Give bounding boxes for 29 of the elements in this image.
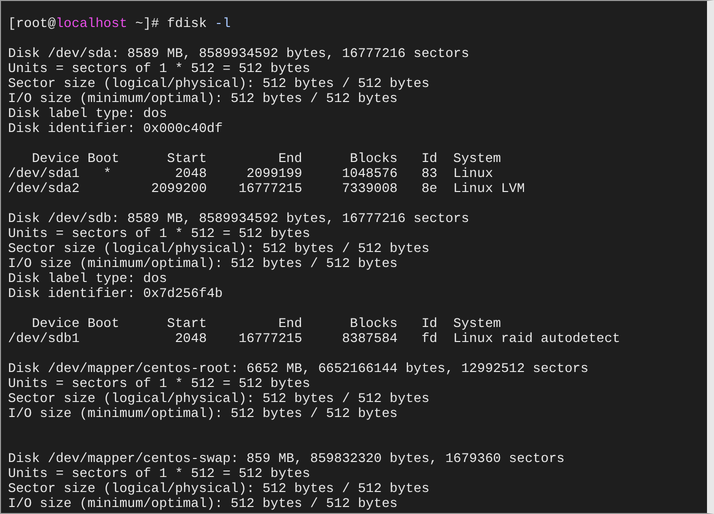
output-line: Device Boot Start End Blocks Id System [30,151,502,166]
output-line: /dev/sdb1 2048 16777215 8387584 fd Linux raid autodetect [8,331,622,346]
output-line: I/O size (minimum/optimal): 512 bytes / 512 bytes [8,91,399,106]
output-line: Sector size (logical/physical): 512 bytes / 512 bytes [8,76,430,91]
output-line: I/O size (minimum/optimal): 512 bytes / 512 bytes [8,406,399,421]
prompt-text: [root@ [8,16,56,31]
output-line: Units = sectors of 1 * 512 = 512 bytes [8,226,312,241]
output-line: Device Boot Start End Blocks Id System [30,316,502,331]
output-line: /dev/sda2 2099200 16777215 7339008 8e Linux LVM [8,181,526,196]
output-line: Disk identifier: 0x7d256f4b [8,286,224,301]
output-line: I/O size (minimum/optimal): 512 bytes / 512 bytes [8,256,399,271]
output-line: Disk label type: dos [8,106,168,121]
output-line: Sector size (logical/physical): 512 bytes / 512 bytes [8,241,430,256]
output-line: Disk /dev/sda: 8589 MB, 8589934592 bytes, 16777216 sectors [8,46,470,61]
output-line: Disk /dev/sdb: 8589 MB, 8589934592 bytes, 16777216 sectors [8,211,470,226]
output-line: Sector size (logical/physical): 512 bytes / 512 bytes [8,391,430,406]
prompt-host: localhost [56,16,128,31]
output-line: Disk label type: dos [8,271,168,286]
output-line: Disk /dev/mapper/centos-swap: 859 MB, 859832320 bytes, 1679360 sectors [8,451,566,466]
output-line: Units = sectors of 1 * 512 = 512 bytes [8,466,312,481]
command-option: -l [214,16,231,31]
prompt-text: ~]# fdisk [134,16,208,31]
output-line: Units = sectors of 1 * 512 = 512 bytes [8,61,312,76]
output-line: Disk /dev/mapper/centos-root: 6652 MB, 6652166144 bytes, 12992512 sectors [8,361,590,376]
output-line: Disk identifier: 0x000c40df [8,121,224,136]
output-line: Units = sectors of 1 * 512 = 512 bytes [8,376,312,391]
output-line: /dev/sda1 * 2048 2099199 1048576 83 Linux [8,166,494,181]
output-line: Sector size (logical/physical): 512 bytes / 512 bytes [8,481,430,496]
output-line: I/O size (minimum/optimal): 512 bytes / 512 bytes [8,496,399,511]
